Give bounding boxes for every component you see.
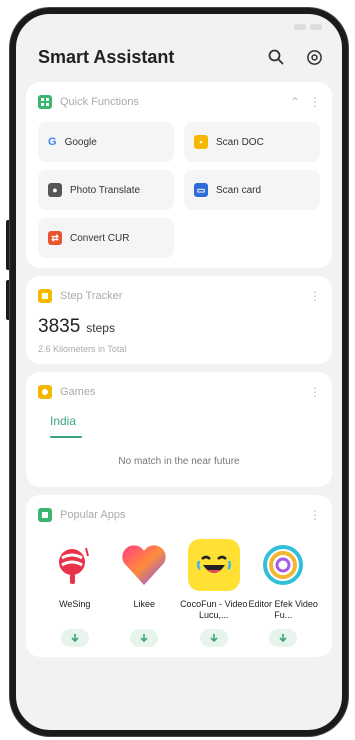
app-name: CocoFun - Video Lucu,... xyxy=(180,599,248,620)
app-editor-efek-video[interactable]: Editor Efek Video Fu... xyxy=(249,539,319,647)
phone-screen: Smart Assistant Quick Functions ⌃ ⋮ G Go… xyxy=(10,8,348,736)
quick-function-scan-card[interactable]: ▭ Scan card xyxy=(184,170,320,210)
quick-function-photo-translate[interactable]: ● Photo Translate xyxy=(38,170,174,210)
more-icon[interactable]: ⋮ xyxy=(309,95,321,109)
more-icon[interactable]: ⋮ xyxy=(309,385,321,399)
download-icon[interactable] xyxy=(130,629,159,647)
quick-function-label: Photo Translate xyxy=(70,184,141,196)
app-cocofun[interactable]: CocoFun - Video Lucu,... xyxy=(179,539,249,647)
quick-function-label: Scan DOC xyxy=(216,136,264,148)
step-distance: 2.6 Kilometers in Total xyxy=(38,344,127,354)
scan-doc-icon: ▪ xyxy=(194,135,208,149)
convert-currency-icon: ⇄ xyxy=(48,231,62,245)
popular-apps-card: Popular Apps ⋮ WeSing Likee CocoFun - Vi… xyxy=(26,495,332,657)
photo-translate-icon: ● xyxy=(48,183,62,197)
app-header: Smart Assistant xyxy=(16,40,342,74)
card-title: Quick Functions xyxy=(60,96,139,108)
download-icon[interactable] xyxy=(269,629,298,647)
download-icon[interactable] xyxy=(199,629,228,647)
tab-india[interactable]: India xyxy=(38,414,94,428)
games-card: Games ⋮ India No match in the near futur… xyxy=(26,372,332,487)
collapse-icon[interactable]: ⌃ xyxy=(290,95,300,109)
settings-icon[interactable] xyxy=(304,47,324,67)
app-name: Likee xyxy=(133,599,155,609)
page-title: Smart Assistant xyxy=(38,46,175,67)
app-name: WeSing xyxy=(59,599,91,609)
scan-card-icon: ▭ xyxy=(194,183,208,197)
quick-functions-card: Quick Functions ⌃ ⋮ G Google ▪ Scan DOC … xyxy=(26,82,332,268)
card-title: Popular Apps xyxy=(60,509,126,521)
quick-function-convert-currency[interactable]: ⇄ Convert CUR xyxy=(38,218,174,258)
quick-functions-icon xyxy=(38,95,52,109)
quick-function-label: Convert CUR xyxy=(70,232,130,244)
app-wesing[interactable]: WeSing xyxy=(40,539,110,647)
editor-icon xyxy=(257,539,309,591)
card-title: Games xyxy=(60,386,96,398)
step-tracker-icon xyxy=(38,289,52,303)
google-icon: G xyxy=(48,136,57,148)
likee-icon xyxy=(118,539,170,591)
more-icon[interactable]: ⋮ xyxy=(309,508,321,522)
step-count: 3835 xyxy=(38,316,81,337)
quick-function-label: Google xyxy=(64,136,97,148)
quick-function-label: Scan card xyxy=(216,184,262,196)
download-icon[interactable] xyxy=(60,629,89,647)
popular-apps-icon xyxy=(38,508,52,522)
step-tracker-card[interactable]: Step Tracker ⋮ 3835 steps 2.6 Kilometers… xyxy=(26,276,332,364)
cocofun-icon xyxy=(187,539,240,591)
tab-indicator xyxy=(50,436,82,438)
wesing-icon xyxy=(49,539,101,591)
app-name: Editor Efek Video Fu... xyxy=(248,599,318,620)
quick-function-google[interactable]: G Google xyxy=(38,122,174,162)
card-title: Step Tracker xyxy=(60,290,123,302)
step-unit: steps xyxy=(86,321,115,335)
more-icon[interactable]: ⋮ xyxy=(309,289,321,303)
games-icon xyxy=(38,385,52,399)
app-likee[interactable]: Likee xyxy=(110,539,180,647)
empty-message: No match in the near future xyxy=(118,456,240,467)
search-icon[interactable] xyxy=(266,47,286,67)
signal-icon xyxy=(294,24,306,30)
status-bar xyxy=(16,14,342,40)
quick-function-scan-doc[interactable]: ▪ Scan DOC xyxy=(184,122,320,162)
battery-icon xyxy=(310,24,322,30)
